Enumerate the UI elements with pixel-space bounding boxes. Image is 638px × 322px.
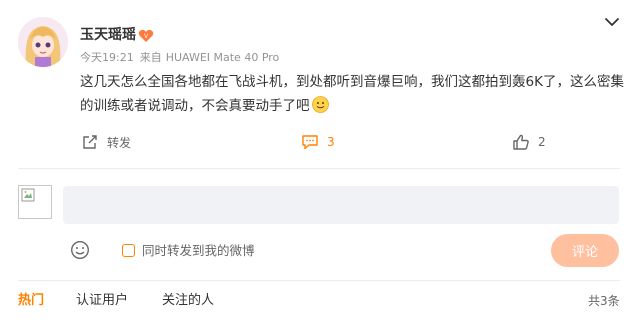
- like-count: 2: [538, 135, 546, 149]
- comment-count: 3: [327, 135, 335, 149]
- username[interactable]: 玉天瑶瑶: [80, 26, 136, 44]
- post-meta: 今天19:21 来自 HUAWEI Mate 40 Pro: [80, 50, 279, 66]
- source-label: 来自: [139, 51, 162, 64]
- emoji-picker-icon[interactable]: [70, 240, 90, 260]
- broken-image-icon: [21, 188, 35, 202]
- divider: [18, 280, 620, 281]
- like-button[interactable]: 2: [512, 131, 546, 153]
- comment-button[interactable]: 3: [301, 131, 335, 153]
- user-avatar[interactable]: [18, 17, 68, 67]
- reply-avatar: [18, 185, 52, 219]
- post-time[interactable]: 今天19:21: [80, 51, 134, 64]
- tab-verified-users[interactable]: 认证用户: [76, 292, 128, 310]
- repost-label: 转发: [107, 135, 132, 150]
- device-name: HUAWEI Mate 40 Pro: [165, 51, 280, 64]
- vip-heart-badge-icon: V: [138, 28, 154, 42]
- submit-comment-button[interactable]: 评论: [551, 234, 619, 267]
- divider: [18, 168, 620, 169]
- post-text: 这几天怎么全国各地都在飞战斗机，到处都听到音爆巨响，我们这都拍到轰6K了，这么密…: [80, 74, 624, 114]
- chevron-down-icon[interactable]: [603, 13, 621, 31]
- repost-button[interactable]: 转发: [81, 131, 131, 153]
- smile-emoji-icon: [311, 96, 329, 113]
- comment-input[interactable]: [63, 186, 619, 224]
- repost-icon: [83, 135, 97, 149]
- sync-repost-checkbox[interactable]: [122, 244, 135, 257]
- tab-following[interactable]: 关注的人: [162, 292, 214, 310]
- thumbs-up-icon: [513, 134, 529, 150]
- post-content: 这几天怎么全国各地都在飞战斗机，到处都听到音爆巨响，我们这都拍到轰6K了，这么密…: [80, 70, 628, 118]
- comment-icon: [302, 135, 318, 150]
- sync-repost-label[interactable]: 同时转发到我的微博: [142, 242, 255, 259]
- comment-total: 共3条: [588, 294, 620, 308]
- tab-hot[interactable]: 热门: [18, 292, 44, 310]
